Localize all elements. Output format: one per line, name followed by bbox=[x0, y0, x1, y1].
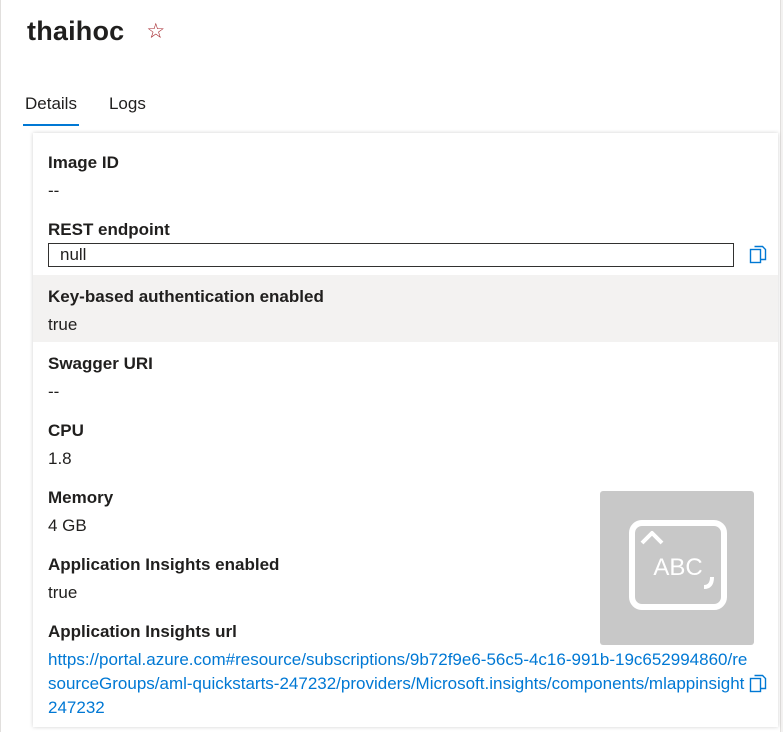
copy-url-button[interactable] bbox=[748, 674, 768, 694]
field-value: 1.8 bbox=[48, 449, 72, 468]
field-label: REST endpoint bbox=[48, 220, 170, 239]
field-swagger-uri: Swagger URI -- bbox=[33, 354, 778, 402]
field-label: CPU bbox=[48, 421, 84, 440]
app-insights-url-link[interactable]: https://portal.azure.com#resource/subscr… bbox=[48, 648, 748, 720]
field-key-auth: Key-based authentication enabled true bbox=[33, 275, 778, 342]
input-method-overlay[interactable]: ABC bbox=[600, 491, 754, 645]
field-value: -- bbox=[48, 181, 60, 200]
field-value: true bbox=[48, 315, 78, 334]
copy-icon bbox=[749, 245, 767, 264]
keyboard-abc-icon: ABC bbox=[629, 520, 727, 610]
overlay-text: ABC bbox=[653, 554, 702, 581]
page-title: thaihoc bbox=[27, 16, 125, 46]
endpoint-details-page: thaihoc ☆ Details Logs Image ID -- REST … bbox=[0, 0, 781, 732]
copy-endpoint-button[interactable] bbox=[748, 245, 768, 265]
field-label: Key-based authentication enabled bbox=[48, 287, 324, 306]
field-rest-endpoint-label-wrap: REST endpoint bbox=[33, 220, 778, 240]
rest-endpoint-field[interactable]: null bbox=[48, 243, 734, 267]
field-cpu: CPU 1.8 bbox=[33, 421, 778, 469]
field-label: Image ID bbox=[48, 153, 119, 172]
title-row: thaihoc ☆ bbox=[27, 16, 165, 47]
tab-details[interactable]: Details bbox=[23, 90, 79, 126]
copy-icon bbox=[749, 674, 767, 693]
tab-bar: Details Logs bbox=[23, 90, 148, 126]
field-value: -- bbox=[48, 382, 60, 401]
favorite-star-icon[interactable]: ☆ bbox=[146, 21, 165, 42]
tab-logs[interactable]: Logs bbox=[107, 90, 148, 126]
field-label: Swagger URI bbox=[48, 354, 153, 373]
field-image-id: Image ID -- bbox=[33, 153, 778, 201]
